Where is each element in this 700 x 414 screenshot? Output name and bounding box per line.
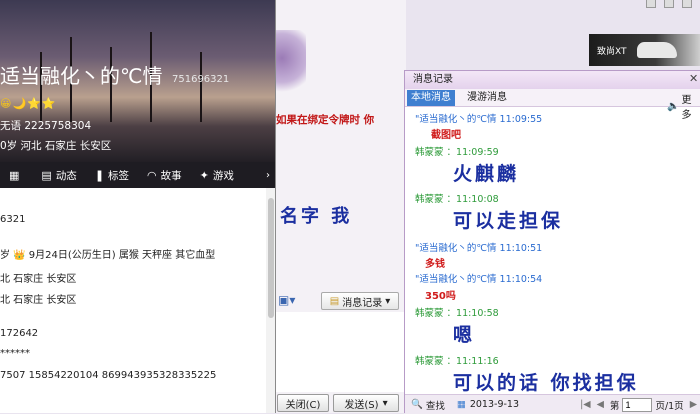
send-button-label: 发送(S) <box>344 399 379 411</box>
tab-story-label: 故事 <box>160 169 182 182</box>
profile-scrollbar[interactable] <box>266 188 275 413</box>
scrollbar-thumb[interactable] <box>268 198 274 318</box>
message-history-window: 消息记录 ✕ 本地消息 漫游消息 🔈 更多 "适当融化丶的℃情 11:09:55… <box>404 70 700 414</box>
message-text: 多钱 <box>425 259 445 270</box>
tab-feed-label: 动态 <box>55 169 77 182</box>
window-controls <box>618 0 700 8</box>
message-text: 可以走担保 <box>453 210 564 232</box>
detail-row: ****** <box>0 348 30 359</box>
minimize-icon[interactable] <box>646 0 656 8</box>
tab-roaming-messages[interactable]: 漫游消息 <box>463 90 511 106</box>
ad-banner[interactable]: 致尚XT <box>589 34 700 66</box>
search-label[interactable]: 查找 <box>426 398 445 412</box>
message-text: 可以的话 你找担保 <box>453 372 639 394</box>
ad-text: 致尚XT <box>597 46 627 57</box>
detail-row: 6321 <box>0 214 26 225</box>
message-header: "适当融化丶的℃情 11:09:55 <box>415 114 543 125</box>
chevron-down-icon: ▾ <box>382 397 388 409</box>
message-text: 嗯 <box>453 324 476 346</box>
search-icon[interactable]: 🔍 <box>411 399 423 410</box>
history-button-label: 消息记录 <box>342 297 383 309</box>
tab-local-messages[interactable]: 本地消息 <box>407 90 455 106</box>
profile-details: 6321 岁 👑 9月24日(公历生日) 属猴 天秤座 其它血型 北 石家庄 长… <box>0 188 266 413</box>
send-button[interactable]: 发送(S) ▾ <box>333 394 399 412</box>
bookmark-icon: ❚ <box>94 168 105 182</box>
tab-game-label: 游戏 <box>212 169 234 182</box>
tab-grid[interactable]: ▦ <box>0 169 32 182</box>
grid-icon: ▦ <box>9 168 20 182</box>
history-messages: "适当融化丶的℃情 11:09:55 截图吧 韩蒙蒙 ：11:09:59 火麒麟… <box>405 108 700 394</box>
game-icon: ✦ <box>199 168 209 182</box>
page-input[interactable] <box>622 397 653 412</box>
detail-row: 北 石家庄 长安区 <box>0 295 77 306</box>
tab-bookmark[interactable]: ❚ 标签 <box>86 168 138 183</box>
profile-nickname: 适当融化丶的℃情 <box>0 64 163 88</box>
background-decoration <box>276 30 306 100</box>
tab-feed[interactable]: ▤ 动态 <box>32 168 85 183</box>
message-header: 韩蒙蒙 ：11:10:58 <box>415 308 499 319</box>
profile-location-line: 0岁 河北 石家庄 长安区 <box>0 140 112 152</box>
first-page-icon[interactable]: |◀ <box>580 399 591 410</box>
page-suffix: 页/1页 <box>655 400 684 412</box>
message-text: 350吗 <box>425 291 456 302</box>
detail-row: 7507 15854220104 869943935328335225 <box>0 370 217 381</box>
profile-window: 适当融化丶的℃情 751696321 😀🌙⭐⭐ 无语 2225758304 0岁… <box>0 0 276 413</box>
calendar-icon[interactable]: ▦ <box>457 399 466 410</box>
next-page-icon[interactable]: ▶ <box>690 399 697 410</box>
message-input[interactable] <box>276 312 406 392</box>
badge-icons[interactable]: 😀🌙⭐⭐ <box>0 97 57 111</box>
chat-message-blue: 名字 我 <box>280 206 353 227</box>
feed-icon: ▤ <box>41 168 52 182</box>
close-icon[interactable]: ✕ <box>689 72 698 85</box>
close-button[interactable]: 关闭(C) <box>277 394 329 412</box>
close-icon[interactable] <box>682 0 692 8</box>
profile-tabs: ▦ ▤ 动态 ❚ 标签 ◠ 故事 ✦ 游戏 › <box>0 162 275 188</box>
car-image <box>636 42 677 58</box>
history-tabs: 本地消息 漫游消息 🔈 更多 <box>405 89 700 121</box>
history-icon: ▤ <box>329 295 340 307</box>
screenshot-icon[interactable]: ▣▾ <box>278 293 295 307</box>
chat-message-red: 如果在绑定令牌时 你 <box>276 114 375 126</box>
message-header: "适当融化丶的℃情 11:10:51 <box>415 243 543 254</box>
profile-signature-line: 无语 2225758304 <box>0 120 92 132</box>
prev-page-icon[interactable]: ◀ <box>597 399 604 410</box>
history-title: 消息记录 <box>405 71 700 89</box>
history-footer: 🔍 查找 ▦ 2013-9-13 |◀ ◀ 第 页/1页 ▶ <box>405 394 700 414</box>
tab-bookmark-label: 标签 <box>108 169 130 182</box>
message-text: 截图吧 <box>431 130 461 141</box>
chevron-right-icon[interactable]: › <box>266 170 275 181</box>
message-header: 韩蒙蒙 ：11:10:08 <box>415 194 499 205</box>
chevron-down-icon: ▾ <box>385 295 391 307</box>
message-text: 火麒麟 <box>453 163 520 185</box>
tab-story[interactable]: ◠ 故事 <box>138 168 191 183</box>
detail-row: 岁 👑 9月24日(公历生日) 属猴 天秤座 其它血型 <box>0 250 216 261</box>
message-header: 韩蒙蒙 ：11:11:16 <box>415 356 499 367</box>
maximize-icon[interactable] <box>664 0 674 8</box>
date-label[interactable]: 2013-9-13 <box>470 399 519 410</box>
tab-game[interactable]: ✦ 游戏 <box>191 168 243 183</box>
message-history-button[interactable]: ▤ 消息记录 ▾ <box>321 292 399 310</box>
detail-row: 172642 <box>0 328 39 339</box>
qq-number: 751696321 <box>172 74 230 85</box>
detail-row: 北 石家庄 长安区 <box>0 274 77 285</box>
page-prefix: 第 <box>609 400 620 412</box>
story-icon: ◠ <box>147 168 157 182</box>
message-header: "适当融化丶的℃情 11:10:54 <box>415 274 543 285</box>
message-header: 韩蒙蒙 ：11:09:59 <box>415 147 499 158</box>
